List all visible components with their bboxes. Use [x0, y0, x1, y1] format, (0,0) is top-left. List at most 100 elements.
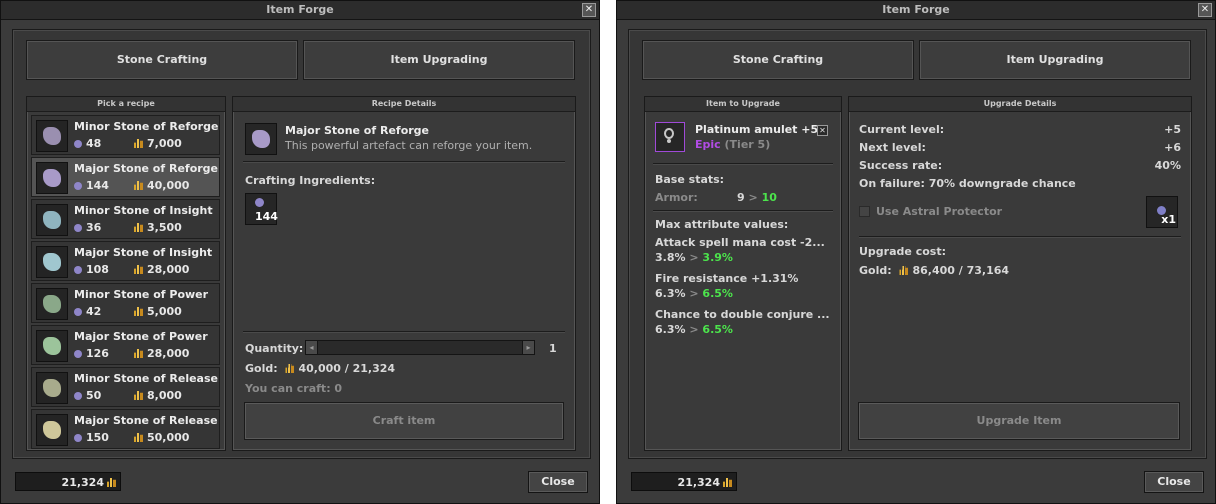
- astral-protector-slot[interactable]: x1: [1146, 196, 1178, 228]
- slider-left-arrow-icon[interactable]: ◂: [306, 341, 318, 354]
- quantity-slider[interactable]: ◂ ▸: [305, 340, 535, 355]
- quantity-label: Quantity:: [245, 342, 304, 355]
- upgrade-gold-row: Gold: 86,400 / 73,164: [859, 264, 1009, 277]
- attribute-from: 3.8%: [655, 251, 686, 264]
- detail-description: This powerful artefact can reforge your …: [285, 139, 533, 152]
- close-button[interactable]: Close: [1144, 471, 1204, 493]
- stone-cost: 150: [86, 431, 109, 444]
- gold-cost: 3,500: [147, 221, 182, 234]
- arrow-separator: >: [748, 191, 758, 204]
- stone-icon: [43, 421, 61, 439]
- gold-icon: [134, 223, 143, 232]
- stone-cost: 48: [86, 137, 102, 150]
- astral-protector-checkbox[interactable]: [859, 206, 870, 217]
- recipe-icon-slot: [36, 414, 68, 446]
- attribute-values: 6.3% > 6.5%: [655, 323, 733, 336]
- stone-cost-icon: [74, 350, 82, 358]
- divider: [859, 236, 1181, 238]
- upgrade-details-panel: Upgrade Details Current level: +5 Next l…: [848, 96, 1192, 451]
- stone-cost-icon: [74, 434, 82, 442]
- tab-stone-crafting[interactable]: Stone Crafting: [26, 40, 298, 80]
- item-tier: (Tier 5): [724, 138, 771, 151]
- arrow-separator: >: [689, 323, 699, 336]
- recipe-row[interactable]: Major Stone of Power 126 28,000: [31, 325, 220, 365]
- stone-cost: 42: [86, 305, 102, 318]
- upgrade-item-button[interactable]: Upgrade Item: [858, 402, 1180, 440]
- recipe-costs: 42 5,000: [74, 305, 182, 318]
- stone-cost-icon: [74, 308, 82, 316]
- gold-cost-row: Gold: 40,000 / 21,324: [245, 362, 395, 375]
- item-rarity-row: Epic (Tier 5): [695, 138, 770, 151]
- player-gold: 21,324: [677, 476, 720, 489]
- tab-item-upgrading[interactable]: Item Upgrading: [919, 40, 1191, 80]
- recipe-row[interactable]: Major Stone of Release 150 50,000: [31, 409, 220, 449]
- recipe-row[interactable]: Minor Stone of Reforge 48 7,000: [31, 115, 220, 155]
- remove-item-icon[interactable]: ✕: [817, 125, 828, 136]
- recipe-name: Minor Stone of Reforge: [74, 120, 219, 133]
- current-level-label: Current level:: [859, 123, 945, 136]
- failure-text: On failure: 70% downgrade chance: [859, 177, 1076, 190]
- recipe-icon-slot: [36, 162, 68, 194]
- gold-cost: 8,000: [147, 389, 182, 402]
- recipe-costs: 36 3,500: [74, 221, 182, 234]
- ingredients-label: Crafting Ingredients:: [245, 174, 376, 187]
- gold-icon: [134, 349, 143, 358]
- stone-cost-icon: [74, 266, 82, 274]
- item-rarity: Epic: [695, 138, 721, 151]
- attribute-from: 6.3%: [655, 323, 686, 336]
- stone-cost: 144: [86, 179, 109, 192]
- stone-icon: [43, 295, 61, 313]
- player-gold-display: 21,324: [631, 472, 737, 491]
- stone-cost-icon: [74, 224, 82, 232]
- craft-item-button[interactable]: Craft item: [244, 402, 564, 440]
- ingredient-slot[interactable]: 144: [245, 193, 278, 225]
- recipe-list-panel: Pick a recipe Minor Stone of Reforge 48 7,…: [26, 96, 226, 451]
- recipe-row[interactable]: Major Stone of Reforge 144 40,000: [31, 157, 220, 197]
- close-icon[interactable]: ✕: [1198, 3, 1212, 17]
- recipe-icon-slot: [36, 120, 68, 152]
- item-slot[interactable]: [655, 122, 685, 152]
- gold-cost: 50,000: [147, 431, 190, 444]
- armor-values: 9 > 10: [737, 191, 777, 204]
- gold-icon: [107, 478, 116, 487]
- recipe-costs: 150 50,000: [74, 431, 189, 444]
- upgrade-cost-label: Upgrade cost:: [859, 245, 946, 258]
- player-gold: 21,324: [61, 476, 104, 489]
- recipe-icon-slot: [36, 372, 68, 404]
- tab-item-upgrading[interactable]: Item Upgrading: [303, 40, 575, 80]
- close-icon[interactable]: ✕: [582, 3, 596, 17]
- gold-icon: [134, 139, 143, 148]
- gold-icon: [134, 391, 143, 400]
- recipe-row[interactable]: Minor Stone of Power 42 5,000: [31, 283, 220, 323]
- attribute-to: 6.5%: [702, 323, 733, 336]
- recipe-name: Minor Stone of Insight: [74, 204, 213, 217]
- gold-cost: 28,000: [147, 263, 190, 276]
- recipe-name: Minor Stone of Release: [74, 372, 218, 385]
- gold-icon: [134, 181, 143, 190]
- gold-icon: [899, 266, 909, 275]
- item-to-upgrade-panel: Item to Upgrade Platinum amulet +5 ✕ Epi…: [644, 96, 842, 451]
- recipe-icon-slot: [36, 288, 68, 320]
- recipe-row[interactable]: Minor Stone of Release 50 8,000: [31, 367, 220, 407]
- attribute-name: Fire resistance +1.31%: [655, 272, 799, 285]
- recipe-row[interactable]: Major Stone of Insight 108 28,000: [31, 241, 220, 281]
- recipe-row[interactable]: Minor Stone of Insight 36 3,500: [31, 199, 220, 239]
- success-rate-label: Success rate:: [859, 159, 943, 172]
- attribute-values: 6.3% > 6.5%: [655, 287, 733, 300]
- slider-right-arrow-icon[interactable]: ▸: [522, 341, 534, 354]
- tab-stone-crafting[interactable]: Stone Crafting: [642, 40, 914, 80]
- window-title: Item Forge: [617, 1, 1215, 20]
- recipe-name: Minor Stone of Power: [74, 288, 209, 301]
- gold-icon: [285, 364, 295, 373]
- close-button[interactable]: Close: [528, 471, 588, 493]
- divider: [653, 210, 833, 212]
- gold-value: 40,000 / 21,324: [298, 362, 396, 375]
- gold-label: Gold:: [245, 362, 278, 375]
- recipe-costs: 50 8,000: [74, 389, 182, 402]
- max-attr-label: Max attribute values:: [655, 218, 789, 231]
- item-forge-window-upgrading: Item Forge ✕ Stone Crafting Item Upgradi…: [616, 0, 1216, 504]
- arrow-separator: >: [689, 287, 699, 300]
- stone-icon: [43, 337, 61, 355]
- divider: [243, 331, 565, 333]
- window-title: Item Forge: [1, 1, 599, 20]
